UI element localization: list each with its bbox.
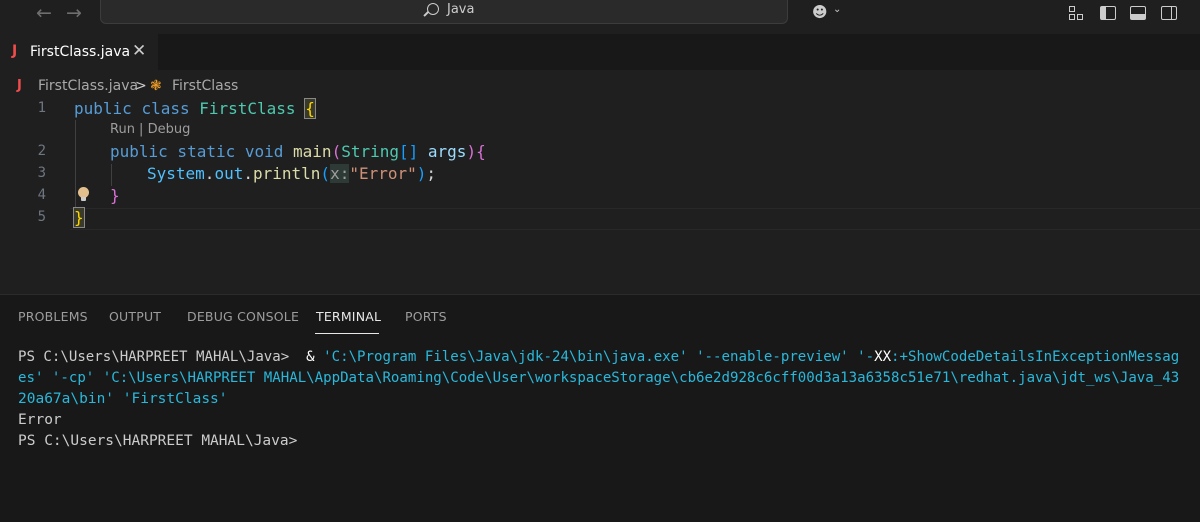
bottom-panel: PROBLEMS OUTPUT DEBUG CONSOLE TERMINAL P… (0, 294, 1200, 522)
toggle-primary-sidebar-icon[interactable] (1100, 6, 1116, 20)
tab-firstclass-java[interactable]: J FirstClass.java ✕ (0, 34, 158, 71)
inlay-hint: x: (330, 164, 350, 183)
line-number: 2 (37, 143, 46, 159)
customize-layout-icon[interactable] (1069, 6, 1085, 20)
codelens-run-debug[interactable]: Run | Debug (110, 122, 190, 137)
breadcrumb-file[interactable]: FirstClass.java (38, 78, 138, 94)
toggle-panel-icon[interactable] (1130, 6, 1146, 20)
terminal-line: 20a67a\bin' 'FirstClass' (18, 391, 228, 407)
line-number: 5 (37, 209, 46, 225)
chevron-right-icon: > (135, 78, 147, 94)
breadcrumb-symbol[interactable]: FirstClass (172, 78, 238, 94)
search-icon (427, 3, 439, 15)
command-center-search[interactable] (100, 0, 788, 24)
back-arrow-icon[interactable]: ← (36, 2, 52, 24)
line-number: 3 (37, 165, 46, 181)
code-line-5: } (73, 207, 85, 228)
title-bar: ← → Java ☻ ⌄ (0, 0, 1200, 30)
search-label: Java (447, 2, 475, 17)
code-line-2: public static void main(String[] args){ (110, 142, 486, 161)
forward-arrow-icon[interactable]: → (66, 2, 82, 24)
code-line-3: System.out.println(x:"Error"); (147, 164, 437, 183)
code-line-1: public class FirstClass { (74, 98, 316, 119)
terminal-line: es' '-cp' 'C:\Users\HARPREET MAHAL\AppDa… (18, 370, 1180, 386)
tab-problems[interactable]: PROBLEMS (18, 309, 88, 324)
terminal-output: Error (18, 412, 62, 428)
line-number: 4 (37, 187, 46, 203)
code-editor[interactable]: 1 2 3 4 5 public class FirstClass { Run … (0, 98, 1200, 294)
breadcrumb: J FirstClass.java > ❃ FirstClass (0, 74, 1200, 98)
editor-tab-bar: J FirstClass.java ✕ (0, 34, 1200, 71)
terminal-prompt: PS C:\Users\HARPREET MAHAL\Java> (18, 433, 298, 449)
terminal-line: PS C:\Users\HARPREET MAHAL\Java> & 'C:\P… (18, 349, 1180, 365)
chevron-down-icon[interactable]: ⌄ (833, 4, 841, 15)
tab-debug-console[interactable]: DEBUG CONSOLE (187, 309, 299, 324)
code-line-4: } (110, 186, 120, 205)
tab-output[interactable]: OUTPUT (109, 309, 161, 324)
active-tab-indicator (315, 333, 379, 334)
indent-guide (111, 164, 112, 186)
class-symbol-icon: ❃ (150, 78, 162, 94)
current-line-highlight (70, 208, 1200, 230)
indent-guide (75, 120, 76, 208)
line-number: 1 (37, 100, 46, 116)
lightbulb-icon[interactable] (78, 187, 89, 201)
tab-ports[interactable]: PORTS (405, 309, 447, 324)
tab-terminal[interactable]: TERMINAL (316, 309, 381, 324)
tab-label: FirstClass.java (30, 44, 131, 60)
close-icon[interactable]: ✕ (132, 41, 146, 61)
copilot-icon[interactable]: ☻ (812, 3, 828, 21)
java-file-icon: J (17, 78, 22, 93)
toggle-secondary-sidebar-icon[interactable] (1161, 6, 1177, 20)
java-file-icon: J (12, 43, 18, 59)
